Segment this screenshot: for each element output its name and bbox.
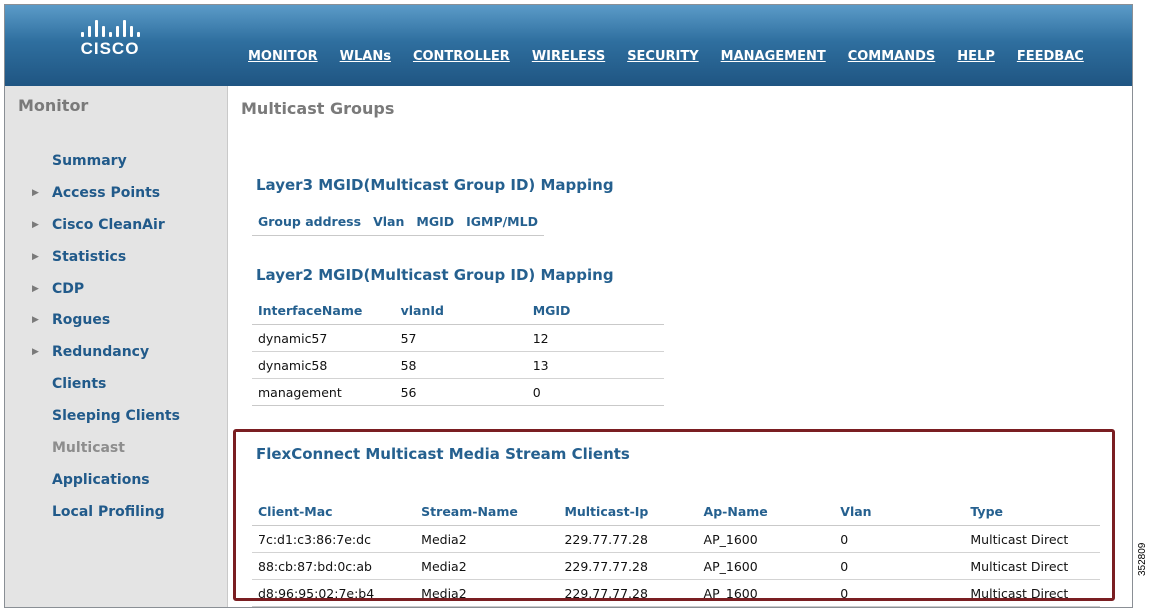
table-row: dynamic58 58 13 xyxy=(252,351,664,379)
nav-wlans[interactable]: WLANs xyxy=(340,49,391,64)
highlight-box xyxy=(233,429,1115,601)
sidebar-item-label: Sleeping Clients xyxy=(52,408,180,425)
column-header: vlanId xyxy=(394,297,527,325)
table-cell: 13 xyxy=(526,351,664,379)
sidebar-item-cisco-cleanair[interactable]: ▶ Cisco CleanAir xyxy=(5,210,227,242)
column-header: Group address xyxy=(252,208,368,236)
sidebar-item-cdp[interactable]: ▶ CDP xyxy=(5,274,227,306)
sidebar-title: Monitor xyxy=(18,96,89,115)
nav-security[interactable]: SECURITY xyxy=(627,49,698,64)
layer2-mapping-table: InterfaceName vlanId MGID dynamic57 57 12 dyn… xyxy=(252,297,664,406)
main-nav: MONITOR WLANs CONTROLLER WIRELESS SECURI… xyxy=(248,49,1106,64)
sidebar-item-applications[interactable]: Applications xyxy=(5,465,227,497)
layer2-section-title: Layer2 MGID(Multicast Group ID) Mapping xyxy=(256,266,614,284)
sidebar-item-label: Local Profiling xyxy=(52,503,165,520)
sidebar-item-label: Multicast xyxy=(52,440,125,457)
sidebar-item-label: Cisco CleanAir xyxy=(52,216,165,233)
column-header: MGID xyxy=(526,297,664,325)
cisco-logo-text: CISCO xyxy=(80,39,140,58)
sidebar: Monitor Summary ▶ Access Points ▶ Cisco Clea… xyxy=(5,86,228,607)
sidebar-item-summary[interactable]: Summary xyxy=(5,146,227,178)
column-header: InterfaceName xyxy=(252,297,395,325)
page-title: Multicast Groups xyxy=(241,99,395,118)
table-cell: dynamic57 xyxy=(252,324,395,352)
sidebar-item-label: Redundancy xyxy=(52,344,150,361)
cisco-logo: CISCO xyxy=(65,19,155,59)
expand-arrow-icon[interactable]: ▶ xyxy=(32,210,39,242)
sidebar-item-rogues[interactable]: ▶ Rogues xyxy=(5,305,227,337)
table-cell: 57 xyxy=(394,324,527,352)
sidebar-item-redundancy[interactable]: ▶ Redundancy xyxy=(5,337,227,369)
column-header: IGMP/MLD xyxy=(460,208,544,236)
expand-arrow-icon[interactable]: ▶ xyxy=(32,242,39,274)
figure-number: 352809 xyxy=(1137,542,1148,576)
column-header: Vlan xyxy=(367,208,411,236)
nav-management[interactable]: MANAGEMENT xyxy=(721,49,826,64)
nav-controller[interactable]: CONTROLLER xyxy=(413,49,510,64)
table-cell: 12 xyxy=(526,324,664,352)
table-row: management 56 0 xyxy=(252,378,664,406)
top-header: CISCO MONITOR WLANs CONTROLLER WIRELESS … xyxy=(5,5,1132,86)
nav-commands[interactable]: COMMANDS xyxy=(848,49,936,64)
sidebar-item-label: Clients xyxy=(52,376,107,393)
sidebar-item-label: Access Points xyxy=(52,184,161,201)
nav-help[interactable]: HELP xyxy=(957,49,995,64)
table-cell: 56 xyxy=(394,378,527,406)
expand-arrow-icon[interactable]: ▶ xyxy=(32,274,39,306)
nav-wireless[interactable]: WIRELESS xyxy=(532,49,605,64)
nav-feedback[interactable]: FEEDBAC xyxy=(1017,49,1084,64)
expand-arrow-icon[interactable]: ▶ xyxy=(32,337,39,369)
sidebar-item-statistics[interactable]: ▶ Statistics xyxy=(5,242,227,274)
table-cell: management xyxy=(252,378,395,406)
table-cell: dynamic58 xyxy=(252,351,395,379)
sidebar-item-label: CDP xyxy=(52,280,85,297)
layer3-section-title: Layer3 MGID(Multicast Group ID) Mapping xyxy=(256,176,614,194)
nav-monitor[interactable]: MONITOR xyxy=(248,49,318,64)
sidebar-item-clients[interactable]: Clients xyxy=(5,369,227,401)
cisco-logo-bars-icon xyxy=(65,19,155,37)
table-row: dynamic57 57 12 xyxy=(252,324,664,352)
column-header: MGID xyxy=(410,208,461,236)
table-cell: 0 xyxy=(526,378,664,406)
sidebar-item-label: Statistics xyxy=(52,248,127,265)
sidebar-item-local-profiling[interactable]: Local Profiling xyxy=(5,497,227,529)
expand-arrow-icon[interactable]: ▶ xyxy=(32,178,39,210)
table-cell: 58 xyxy=(394,351,527,379)
sidebar-menu: Summary ▶ Access Points ▶ Cisco CleanAir ▶ Sta… xyxy=(5,146,227,529)
sidebar-item-label: Summary xyxy=(52,153,127,169)
sidebar-item-label: Rogues xyxy=(52,312,111,329)
sidebar-item-sleeping-clients[interactable]: Sleeping Clients xyxy=(5,401,227,433)
sidebar-item-access-points[interactable]: ▶ Access Points xyxy=(5,178,227,210)
expand-arrow-icon[interactable]: ▶ xyxy=(32,305,39,337)
sidebar-item-label: Applications xyxy=(52,471,150,488)
sidebar-item-multicast[interactable]: Multicast xyxy=(5,433,227,465)
layer3-mapping-table: Group address Vlan MGID IGMP/MLD xyxy=(252,208,544,236)
